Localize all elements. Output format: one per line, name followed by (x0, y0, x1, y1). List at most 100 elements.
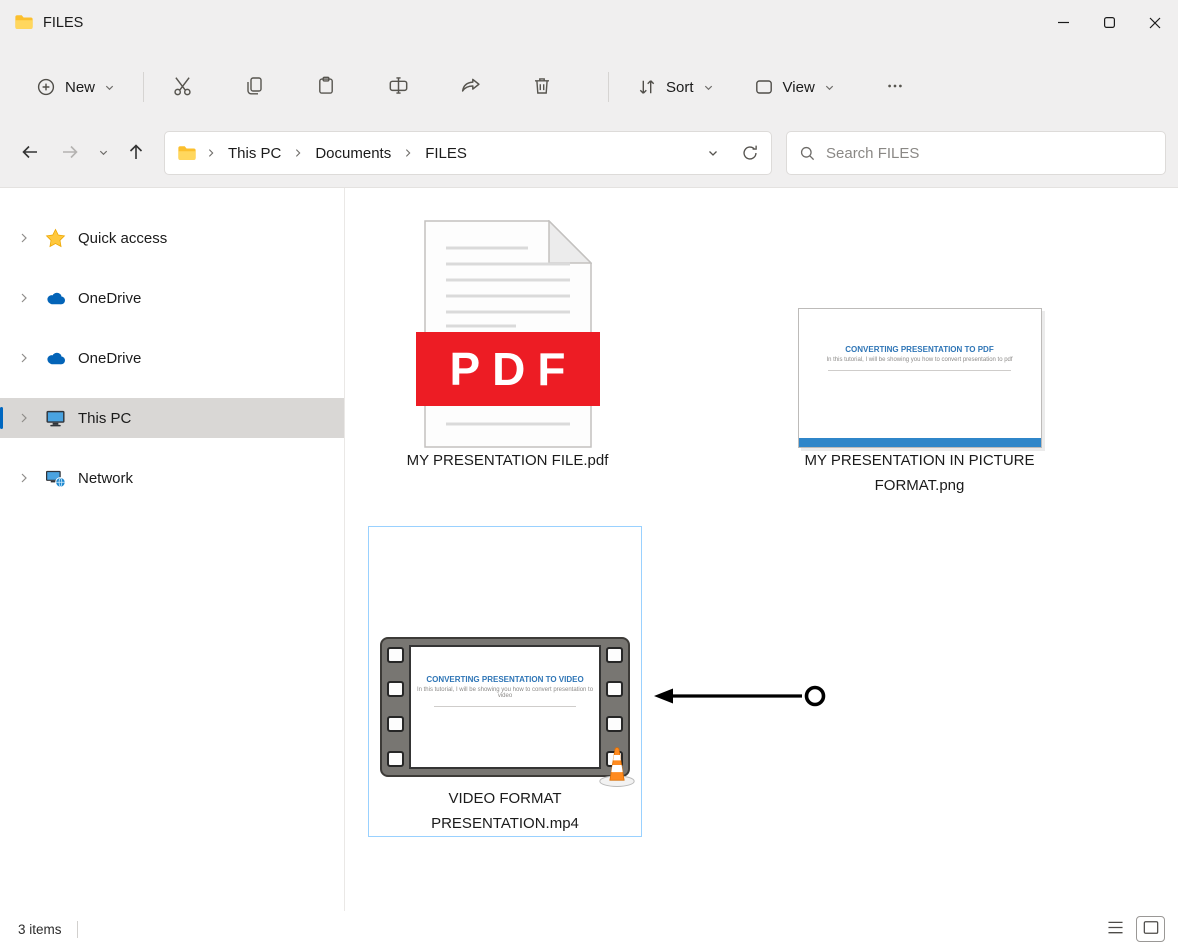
file-name: MY PRESENTATION FILE.pdf (407, 448, 609, 473)
refresh-button[interactable] (741, 144, 759, 162)
paste-button[interactable] (304, 67, 348, 107)
chevron-down-icon (703, 82, 714, 93)
window-controls (1040, 0, 1178, 45)
sidebar-item-label: OneDrive (78, 350, 141, 367)
clipboard-icon (316, 75, 336, 99)
sidebar-item-label: OneDrive (78, 290, 141, 307)
address-dropdown-button[interactable] (707, 147, 719, 159)
search-input[interactable] (826, 145, 1153, 162)
star-icon (43, 228, 67, 249)
share-button[interactable] (448, 67, 492, 107)
png-thumbnail: CONVERTING PRESENTATION TO PDF In this t… (798, 206, 1042, 448)
sidebar-item-onedrive-2[interactable]: OneDrive (0, 338, 344, 378)
file-item-png[interactable]: CONVERTING PRESENTATION TO PDF In this t… (777, 206, 1062, 498)
trash-icon (532, 75, 552, 99)
window-title: FILES (43, 15, 83, 31)
ellipsis-icon (886, 77, 904, 98)
breadcrumb-documents[interactable]: Documents (312, 141, 394, 166)
chevron-right-icon (403, 148, 413, 158)
toolbar-divider (143, 72, 144, 102)
sort-button-label: Sort (666, 79, 694, 96)
chevron-right-icon (293, 148, 303, 158)
search-icon (799, 145, 816, 162)
file-name: MY PRESENTATION IN PICTURE FORMAT.png (801, 448, 1039, 498)
view-button[interactable]: View (742, 68, 847, 106)
close-button[interactable] (1132, 0, 1178, 45)
new-button[interactable]: New (24, 68, 127, 106)
title-bar: FILES (0, 0, 1178, 45)
file-item-pdf[interactable]: PDF MY PRESENTATION FILE.pdf (365, 206, 650, 473)
file-item-mp4-selected[interactable]: CONVERTING PRESENTATION TO VIDEO In this… (368, 526, 642, 837)
chevron-right-icon[interactable] (16, 412, 32, 424)
navigation-bar: This PC Documents FILES (0, 129, 1178, 188)
back-button[interactable] (10, 135, 50, 171)
file-name: VIDEO FORMAT PRESENTATION.mp4 (406, 786, 604, 836)
status-divider (77, 921, 78, 938)
minimize-button[interactable] (1040, 0, 1086, 45)
cloud-icon (43, 350, 67, 366)
rename-button[interactable] (376, 67, 420, 107)
chevron-right-icon[interactable] (16, 472, 32, 484)
copy-button[interactable] (232, 67, 276, 107)
recent-locations-button[interactable] (90, 135, 116, 171)
address-bar[interactable]: This PC Documents FILES (164, 131, 772, 175)
search-box[interactable] (786, 131, 1166, 175)
sort-button[interactable]: Sort (625, 68, 726, 106)
toolbar-divider (608, 72, 609, 102)
cloud-icon (43, 290, 67, 306)
cut-button[interactable] (160, 67, 204, 107)
maximize-button[interactable] (1086, 0, 1132, 45)
large-icons-view-button[interactable] (1137, 917, 1164, 941)
slide-rule (434, 706, 577, 707)
rename-icon (388, 75, 409, 99)
film-sprocket-holes (387, 647, 404, 767)
status-bar: 3 items (0, 911, 1178, 947)
new-button-label: New (65, 79, 95, 96)
chevron-down-icon (824, 82, 835, 93)
list-view-icon (1107, 920, 1124, 938)
sort-arrows-icon (637, 77, 657, 97)
share-icon (460, 75, 481, 99)
delete-button[interactable] (520, 67, 564, 107)
chevron-right-icon[interactable] (16, 352, 32, 364)
arrow-up-icon (126, 142, 146, 165)
file-explorer-window: FILES New (0, 0, 1178, 947)
navigation-pane: Quick access OneDrive OneDrive This PC N (0, 188, 345, 911)
network-icon (43, 469, 67, 488)
sidebar-item-network[interactable]: Network (0, 458, 344, 498)
pdf-badge: PDF (416, 332, 600, 406)
thumbnail-view-icon (1143, 920, 1159, 938)
sidebar-item-quick-access[interactable]: Quick access (0, 218, 344, 258)
mp4-thumbnail: CONVERTING PRESENTATION TO VIDEO In this… (380, 527, 630, 781)
video-frame: CONVERTING PRESENTATION TO VIDEO In this… (409, 645, 601, 769)
file-list-area: PDF MY PRESENTATION FILE.pdf CONVERTING … (345, 188, 1178, 911)
breadcrumb-this-pc[interactable]: This PC (225, 141, 284, 166)
slide-subtitle: In this tutorial, I will be showing you … (411, 687, 599, 699)
sidebar-item-onedrive-1[interactable]: OneDrive (0, 278, 344, 318)
sidebar-item-label: Network (78, 470, 133, 487)
slide-subtitle: In this tutorial, I will be showing you … (799, 357, 1041, 363)
up-button[interactable] (116, 135, 156, 171)
sidebar-item-label: Quick access (78, 230, 167, 247)
items-count: 3 items (18, 922, 62, 937)
slide-title: CONVERTING PRESENTATION TO PDF (809, 309, 1031, 354)
details-view-button[interactable] (1102, 917, 1129, 941)
scissors-icon (172, 75, 193, 99)
sidebar-item-label: This PC (78, 410, 131, 427)
pdf-file-icon: PDF (424, 206, 592, 448)
plus-circle-icon (36, 77, 56, 97)
more-options-button[interactable] (873, 67, 917, 107)
sidebar-item-this-pc[interactable]: This PC (0, 398, 344, 438)
arrow-left-icon (20, 142, 40, 165)
breadcrumb-files[interactable]: FILES (422, 141, 470, 166)
chevron-right-icon[interactable] (16, 292, 32, 304)
chevron-down-icon (104, 82, 115, 93)
forward-button[interactable] (50, 135, 90, 171)
chevron-right-icon[interactable] (16, 232, 32, 244)
chevron-right-icon (206, 148, 216, 158)
vlc-cone-icon (596, 742, 638, 788)
folder-icon (177, 145, 197, 162)
annotation-arrow (652, 676, 832, 716)
monitor-icon (43, 409, 67, 428)
view-button-label: View (783, 79, 815, 96)
